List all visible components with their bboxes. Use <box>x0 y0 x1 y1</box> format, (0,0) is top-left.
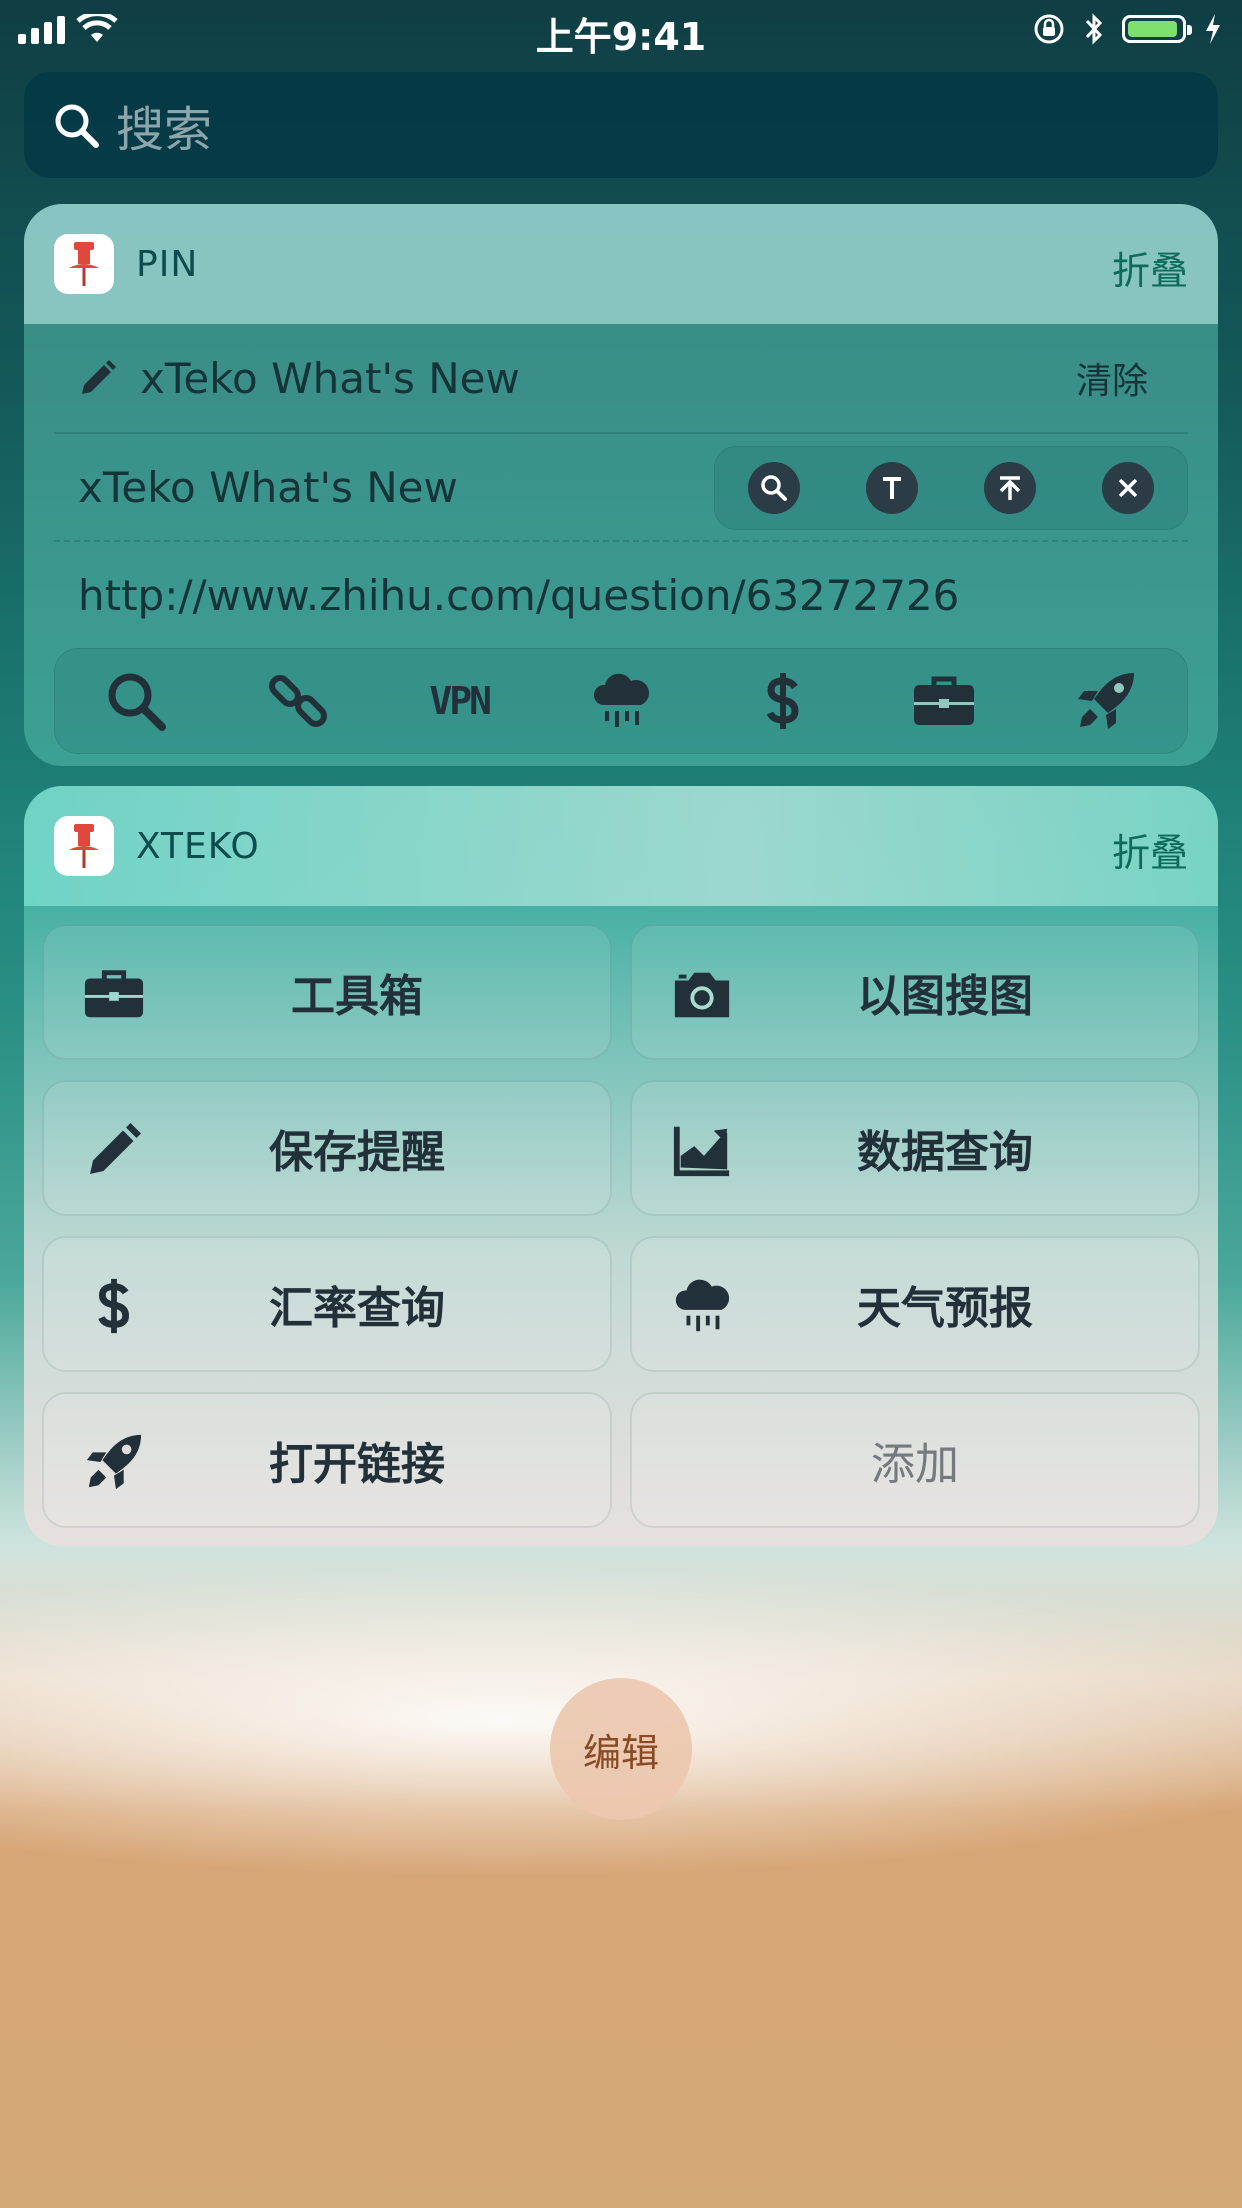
tile-open-link[interactable]: 打开链接 <box>42 1392 612 1528</box>
clip-row-text: xTeko What's New <box>78 462 458 512</box>
search-icon <box>108 673 166 731</box>
rocket-icon <box>1078 673 1135 729</box>
rain-cloud-icon <box>675 1279 730 1332</box>
edit-row[interactable]: xTeko What's New 清除 <box>54 324 1188 434</box>
tile-label: 添加 <box>871 1439 959 1490</box>
status-bar: 上午9:41 <box>0 0 1242 62</box>
vpn-icon: VPN <box>429 679 492 723</box>
tile-data-query[interactable]: 数据查询 <box>630 1080 1200 1216</box>
toolbar-vpn-button[interactable]: VPN <box>424 666 494 736</box>
tile-label: 数据查询 <box>857 1127 1033 1178</box>
pin-widget: PIN 折叠 xTeko What's New 清除 xTeko What's … <box>24 204 1218 766</box>
xteko-widget-header: XTEKO 折叠 <box>24 786 1218 906</box>
bluetooth-icon <box>1085 13 1103 45</box>
charging-icon <box>1206 14 1220 44</box>
widget-title: XTEKO <box>136 825 260 867</box>
toolbar-toolbox-button[interactable] <box>909 666 979 736</box>
camera-icon <box>674 972 730 1018</box>
clip-row[interactable]: xTeko What's New <box>54 434 1188 542</box>
toolbar-search-button[interactable] <box>101 666 171 736</box>
collapse-button[interactable]: 折叠 <box>1112 240 1188 295</box>
clip-actions <box>714 446 1188 530</box>
close-icon <box>1118 478 1138 498</box>
tile-image-search[interactable]: 以图搜图 <box>630 924 1200 1060</box>
pin-app-icon <box>54 234 114 294</box>
clip-search-button[interactable] <box>748 462 800 514</box>
url-row[interactable]: http://www.zhihu.com/question/63272726 <box>54 542 1188 648</box>
toolbox-icon <box>914 676 975 725</box>
pencil-icon <box>82 360 116 394</box>
search-icon <box>761 475 787 501</box>
dollar-icon <box>766 673 799 729</box>
tile-label: 打开链接 <box>269 1439 445 1490</box>
tile-label: 汇率查询 <box>269 1283 445 1334</box>
pencil-icon <box>90 1123 141 1174</box>
tile-label: 工具箱 <box>291 971 423 1022</box>
pin-toolbar: VPN <box>54 648 1188 754</box>
xteko-app-icon <box>54 816 114 876</box>
upload-icon <box>999 476 1021 500</box>
tile-label: 天气预报 <box>857 1283 1033 1334</box>
tile-toolbox[interactable]: 工具箱 <box>42 924 612 1060</box>
clear-button[interactable]: 清除 <box>1076 352 1148 404</box>
widget-title: PIN <box>136 243 199 285</box>
xteko-widget: XTEKO 折叠 工具箱 以图搜图 保存提醒 数据查询 汇率查询 天气预报 打开… <box>24 786 1218 1546</box>
tile-save-reminder[interactable]: 保存提醒 <box>42 1080 612 1216</box>
rain-cloud-icon <box>593 673 649 727</box>
pin-widget-header: PIN 折叠 <box>24 204 1218 324</box>
search-placeholder[interactable]: 搜索 <box>116 90 212 160</box>
toolbox-icon <box>84 970 144 1018</box>
link-icon <box>268 675 327 727</box>
tile-add[interactable]: 添加 <box>630 1392 1200 1528</box>
search-icon <box>55 104 99 148</box>
orientation-lock-icon <box>1034 14 1064 44</box>
edit-button[interactable]: 编辑 <box>550 1678 692 1820</box>
dollar-icon <box>98 1278 130 1334</box>
pushpin-icon <box>69 242 99 286</box>
rocket-icon <box>86 1434 142 1490</box>
tile-label: 以图搜图 <box>857 971 1033 1022</box>
clip-delete-button[interactable] <box>1102 462 1154 514</box>
toolbar-link-button[interactable] <box>263 666 333 736</box>
toolbar-currency-button[interactable] <box>748 666 818 736</box>
collapse-button[interactable]: 折叠 <box>1112 822 1188 877</box>
clip-top-button[interactable] <box>984 462 1036 514</box>
tile-label: 保存提醒 <box>269 1127 445 1178</box>
text-icon <box>883 477 901 499</box>
pin-widget-body: xTeko What's New 清除 xTeko What's New htt… <box>24 324 1218 766</box>
xteko-tiles-grid: 工具箱 以图搜图 保存提醒 数据查询 汇率查询 天气预报 打开链接 添加 <box>24 906 1218 1546</box>
tile-weather[interactable]: 天气预报 <box>630 1236 1200 1372</box>
search-bar[interactable]: 搜索 <box>24 72 1218 178</box>
toolbar-rocket-button[interactable] <box>1071 666 1141 736</box>
edit-row-text: xTeko What's New <box>140 353 520 403</box>
toolbar-weather-button[interactable] <box>586 666 656 736</box>
tile-exchange-rate[interactable]: 汇率查询 <box>42 1236 612 1372</box>
battery-icon <box>1122 15 1192 43</box>
pushpin-icon <box>69 824 99 868</box>
chart-icon <box>673 1126 730 1177</box>
clip-text-button[interactable] <box>866 462 918 514</box>
